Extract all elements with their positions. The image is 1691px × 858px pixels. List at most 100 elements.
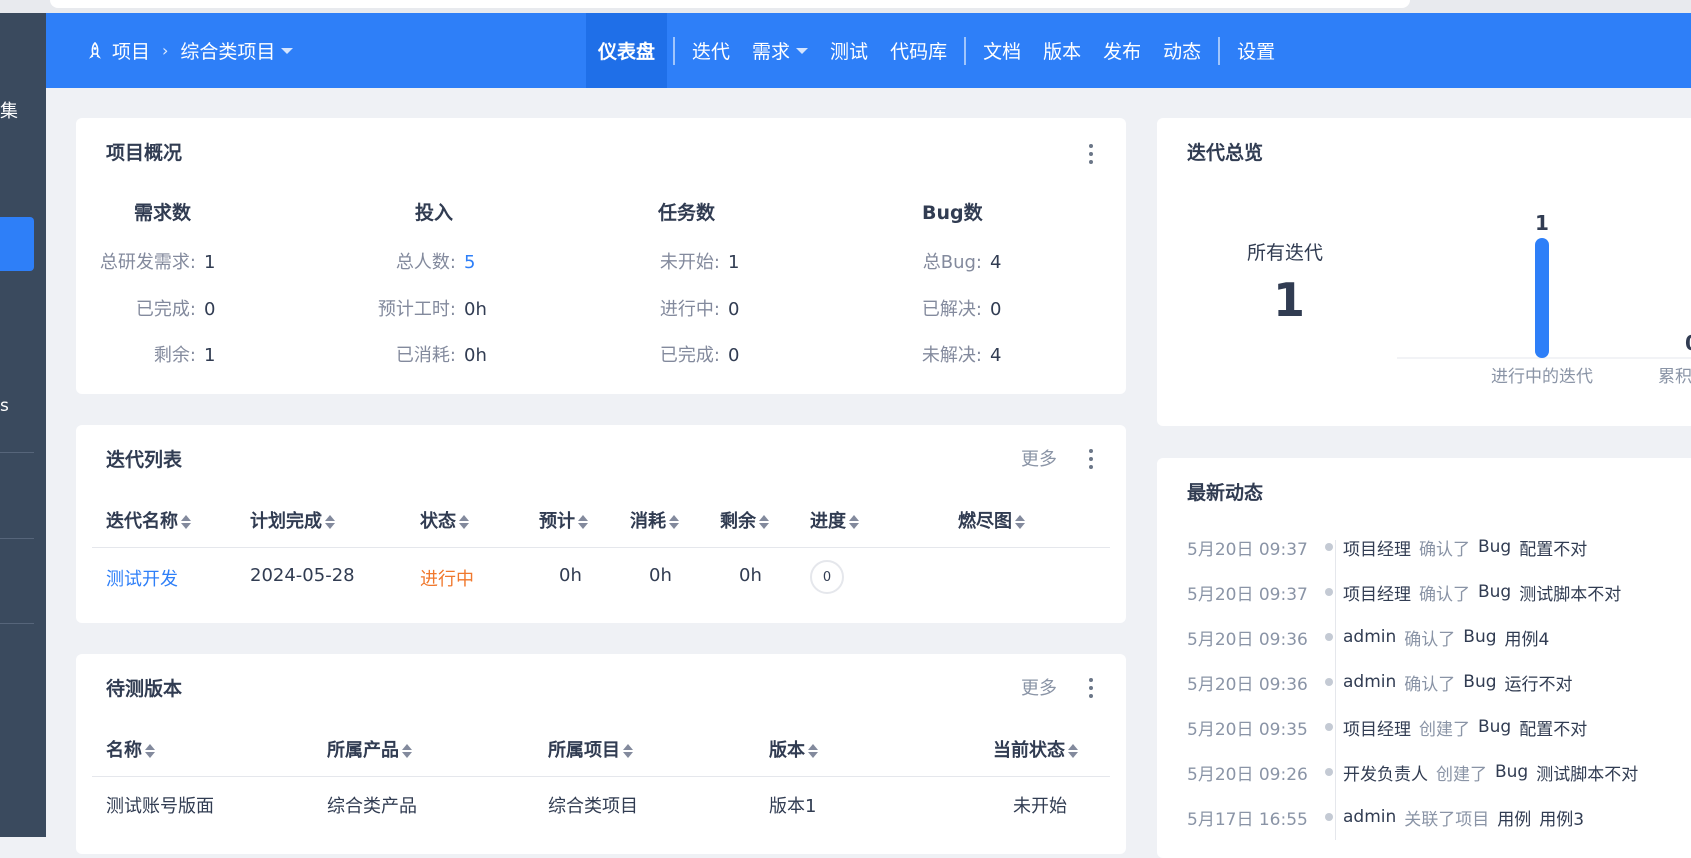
nav-test[interactable]: 测试: [819, 13, 879, 88]
build-version: 版本1: [769, 796, 817, 817]
activity-actor[interactable]: 项目经理: [1343, 580, 1411, 605]
more-vertical-icon[interactable]: [1081, 142, 1101, 166]
chart-category-label: 累积迭代: [1658, 367, 1691, 387]
top-navbar: 项目 › 综合类项目 仪表盘 迭代 需求 测试 代码库 文档 版本 发布 动态 …: [46, 13, 1691, 88]
activity-time: 5月20日 09:36: [1187, 674, 1308, 695]
activity-object-name[interactable]: 配置不对: [1519, 535, 1587, 560]
column-header[interactable]: 消耗: [630, 507, 679, 533]
activity-actor[interactable]: 开发负责人: [1343, 760, 1428, 785]
nav-builds[interactable]: 版本: [1032, 13, 1092, 88]
nav-docs[interactable]: 文档: [972, 13, 1032, 88]
overview-stat: 已完成: 0: [135, 299, 216, 320]
activity-item[interactable]: 5月20日 09:36 admin 确认了 Bug 运行不对: [1187, 669, 1573, 695]
column-header[interactable]: 状态: [420, 507, 469, 533]
all-iterations-label: 所有迭代: [1247, 242, 1324, 264]
rocket-icon: [88, 41, 102, 59]
column-header[interactable]: 当前状态: [993, 736, 1078, 762]
activity-object-name[interactable]: 测试脚本不对: [1536, 760, 1638, 785]
column-header[interactable]: 计划完成: [250, 507, 335, 533]
activity-item[interactable]: 5月17日 16:55 admin 关联了项目 用例 用例3: [1187, 804, 1584, 830]
activity-time: 5月20日 09:26: [1187, 764, 1308, 785]
activity-object-name[interactable]: 配置不对: [1519, 715, 1587, 740]
nav-iteration[interactable]: 迭代: [681, 13, 741, 88]
top-strip-panel: [50, 0, 1410, 8]
nav-release[interactable]: 发布: [1092, 13, 1152, 88]
column-header[interactable]: 剩余: [720, 507, 769, 533]
nav-dashboard[interactable]: 仪表盘: [586, 13, 668, 88]
more-vertical-icon[interactable]: [1081, 676, 1101, 700]
more-link[interactable]: 更多: [1021, 674, 1057, 700]
nav-requirements[interactable]: 需求: [741, 13, 819, 88]
overview-col-head: 任务数: [658, 202, 716, 224]
build-product: 综合类产品: [327, 796, 417, 817]
activity-object-name[interactable]: 用例4: [1505, 625, 1550, 650]
breadcrumb-project[interactable]: 综合类项目: [180, 37, 275, 64]
timeline-dot-icon: [1325, 543, 1333, 551]
breadcrumb-root[interactable]: 项目: [112, 37, 150, 64]
column-header[interactable]: 预计: [539, 507, 588, 533]
sidebar-label-fragment[interactable]: s: [0, 396, 20, 416]
activity-object-name[interactable]: 测试脚本不对: [1519, 580, 1621, 605]
overview-stat: 已消耗: 0h: [395, 345, 487, 366]
column-header[interactable]: 所属项目: [548, 736, 633, 762]
sidebar-label-fragment[interactable]: 集: [0, 97, 20, 123]
activity-actor[interactable]: admin: [1343, 672, 1396, 692]
sort-icon: [849, 515, 859, 529]
status-badge: 进行中: [420, 569, 474, 590]
chevron-down-icon[interactable]: [281, 47, 294, 54]
overview-stat: 进行中: 0: [659, 299, 740, 320]
activity-item[interactable]: 5月20日 09:35 项目经理 创建了 Bug 配置不对: [1187, 714, 1587, 740]
activity-actor[interactable]: admin: [1343, 807, 1396, 827]
more-vertical-icon[interactable]: [1081, 447, 1101, 471]
activity-object-name[interactable]: 用例3: [1539, 805, 1584, 830]
nav-repo[interactable]: 代码库: [879, 13, 958, 88]
activity-action: 关联了项目: [1404, 809, 1490, 830]
activity-time: 5月20日 09:37: [1187, 584, 1308, 605]
activity-actor[interactable]: admin: [1343, 627, 1396, 647]
activity-item[interactable]: 5月20日 09:36 admin 确认了 Bug 用例4: [1187, 624, 1549, 650]
progress-circle: 0: [810, 560, 844, 594]
project-overview-card: 项目概况 需求数 总研发需求: 1 已完成: 0 剩余: 1 投入 总人数: 5 预计工…: [76, 118, 1126, 394]
sidebar-active-item[interactable]: [0, 217, 34, 271]
activity-object-name[interactable]: 运行不对: [1505, 670, 1573, 695]
iteration-name-link[interactable]: 测试开发: [106, 565, 178, 591]
column-header[interactable]: 燃尽图: [958, 507, 1025, 533]
breadcrumb: 项目 › 综合类项目: [86, 13, 294, 88]
sort-icon: [759, 515, 769, 529]
activity-time: 5月20日 09:37: [1187, 539, 1308, 560]
activity-actor[interactable]: 项目经理: [1343, 715, 1411, 740]
activity-card: 最新动态 5月20日 09:37 项目经理 确认了 Bug 配置不对 5月20日 09:3…: [1157, 458, 1691, 858]
sort-icon: [578, 515, 588, 529]
activity-actor[interactable]: 项目经理: [1343, 535, 1411, 560]
column-header[interactable]: 所属产品: [327, 736, 412, 762]
column-header[interactable]: 迭代名称: [106, 507, 191, 533]
column-header[interactable]: 版本: [769, 736, 818, 762]
iteration-bar-chart: 1 进行中的迭代 0 累积迭代: [1397, 211, 1691, 387]
activity-item[interactable]: 5月20日 09:26 开发负责人 创建了 Bug 测试脚本不对: [1187, 759, 1638, 785]
activity-object-type: Bug: [1463, 672, 1497, 692]
estimate-cell: 0h: [559, 565, 582, 586]
sort-icon: [1015, 515, 1025, 529]
card-title: 最新动态: [1187, 482, 1264, 504]
overview-stat: 预计工时: 0h: [377, 299, 487, 320]
more-link[interactable]: 更多: [1021, 445, 1057, 471]
chevron-down-icon: [796, 47, 809, 54]
build-name[interactable]: 测试账号版面: [106, 792, 214, 818]
nav-settings[interactable]: 设置: [1226, 13, 1286, 88]
timeline-dot-icon: [1325, 723, 1333, 731]
card-title: 待测版本: [106, 678, 183, 700]
column-header[interactable]: 名称: [106, 736, 155, 762]
builds-card: 待测版本 更多 名称 所属产品 所属项目 版本 当前状态 测试账号版面 综合类产…: [76, 654, 1126, 854]
activity-object-type: Bug: [1478, 537, 1512, 557]
activity-item[interactable]: 5月20日 09:37 项目经理 确认了 Bug 测试脚本不对: [1187, 579, 1621, 605]
activity-item[interactable]: 5月20日 09:37 项目经理 确认了 Bug 配置不对: [1187, 534, 1587, 560]
nav-requirements-label: 需求: [752, 41, 791, 63]
remaining-cell: 0h: [739, 565, 762, 586]
nav-activity[interactable]: 动态: [1152, 13, 1212, 88]
overview-stat: 总Bug: 4: [922, 252, 1002, 273]
overview-stat: 已解决: 0: [921, 299, 1002, 320]
nav-divider: [1218, 36, 1221, 65]
activity-time: 5月20日 09:35: [1187, 719, 1308, 740]
column-header[interactable]: 进度: [810, 507, 859, 533]
activity-action: 创建了: [1419, 719, 1470, 740]
